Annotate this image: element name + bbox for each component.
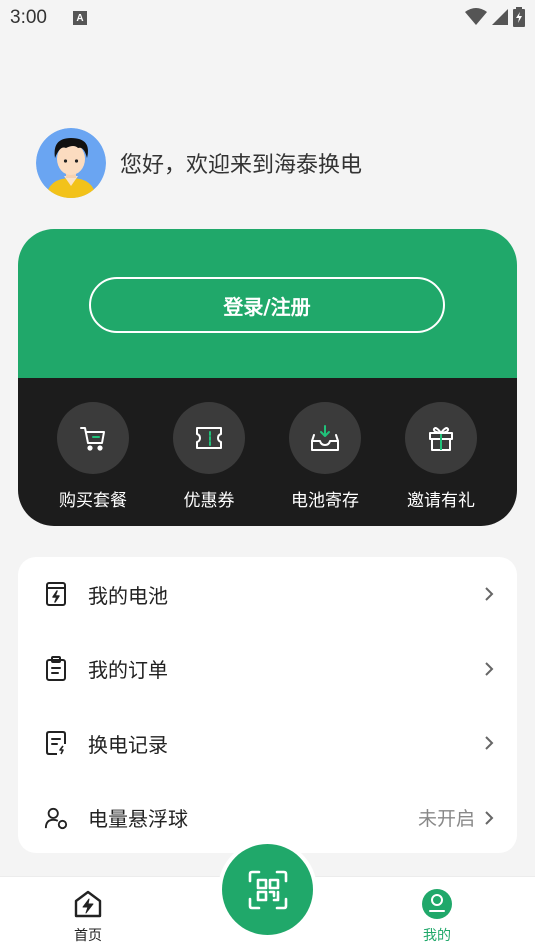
record-icon	[44, 729, 68, 757]
quick-action-coupon[interactable]: 优惠券	[151, 402, 267, 526]
menu-item-my-battery[interactable]: 我的电池	[18, 557, 517, 632]
nav-mine[interactable]: 我的	[422, 889, 452, 945]
quick-action-label: 购买套餐	[59, 491, 127, 511]
quick-action-buy-package[interactable]: 购买套餐	[35, 402, 151, 526]
menu-item-label: 我的电池	[88, 583, 168, 608]
floating-ball-status: 未开启	[417, 808, 475, 831]
quick-action-label: 电池寄存	[291, 491, 359, 511]
gift-icon	[405, 402, 477, 474]
login-panel: 登录/注册	[18, 229, 517, 378]
battery-icon	[44, 580, 68, 608]
signal-icon	[492, 9, 508, 25]
menu-item-label: 我的订单	[88, 658, 168, 683]
chevron-right-icon	[485, 736, 494, 750]
avatar-icon[interactable]	[36, 128, 106, 198]
menu-item-label: 换电记录	[88, 732, 168, 757]
battery-storage-icon	[289, 402, 361, 474]
quick-actions: 购买套餐 优惠券 电池寄存 邀请有礼	[18, 378, 517, 526]
chevron-right-icon	[485, 811, 494, 825]
status-bar: 3:00 A	[0, 0, 535, 36]
chevron-right-icon	[485, 662, 494, 676]
order-clipboard-icon	[44, 655, 68, 683]
notification-a-icon: A	[72, 11, 87, 25]
status-icons	[465, 7, 525, 27]
welcome-text: 您好，欢迎来到海泰换电	[120, 153, 363, 178]
home-bolt-icon	[74, 890, 102, 918]
cart-icon	[57, 402, 129, 474]
account-card: 登录/注册 购买套餐 优惠券 电池寄存 邀请有礼	[18, 229, 517, 526]
status-time: 3:00	[10, 7, 47, 28]
menu-item-label: 电量悬浮球	[88, 807, 188, 832]
scan-qr-icon	[248, 870, 287, 909]
menu-list: 我的电池 我的订单 换电记录 电量悬浮球 未开启	[18, 557, 517, 853]
quick-action-label: 邀请有礼	[407, 491, 475, 511]
coupon-icon	[173, 402, 245, 474]
profile-icon	[422, 889, 452, 919]
menu-item-swap-records[interactable]: 换电记录	[18, 706, 517, 781]
quick-action-battery-storage[interactable]: 电池寄存	[267, 402, 383, 526]
nav-mine-label: 我的	[423, 928, 451, 944]
scan-button[interactable]	[222, 844, 313, 935]
login-register-button[interactable]: 登录/注册	[89, 277, 445, 333]
quick-action-label: 优惠券	[183, 491, 235, 511]
floating-ball-icon	[44, 804, 68, 832]
wifi-icon	[465, 8, 487, 25]
nav-home[interactable]: 首页	[72, 889, 104, 945]
battery-status-icon	[513, 7, 525, 27]
menu-item-my-orders[interactable]: 我的订单	[18, 632, 517, 707]
profile-header: 您好，欢迎来到海泰换电	[36, 128, 362, 198]
nav-home-label: 首页	[74, 928, 102, 944]
chevron-right-icon	[485, 587, 494, 601]
quick-action-invite[interactable]: 邀请有礼	[383, 402, 499, 526]
